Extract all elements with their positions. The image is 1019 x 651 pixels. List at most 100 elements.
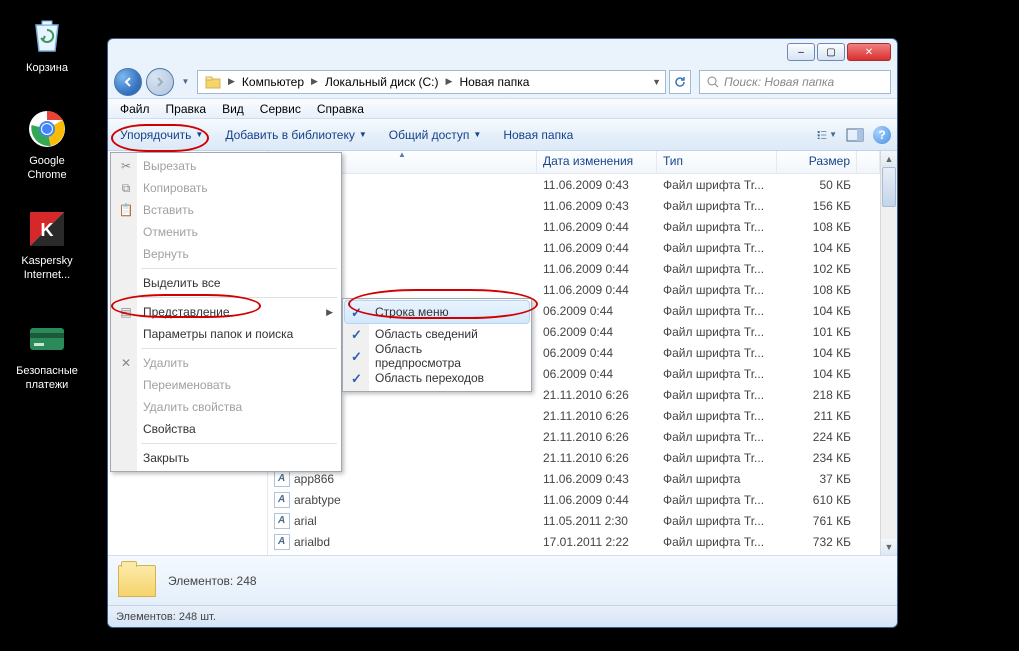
menu-item: Удалить свойства: [113, 396, 339, 418]
menu-bar: ФайлПравкаВидСервисСправка: [108, 98, 897, 119]
table-row[interactable]: 21.11.2010 6:26Файл шрифта Tr...224 КБ: [268, 426, 880, 447]
chevron-right-icon[interactable]: ▶: [226, 76, 237, 87]
scroll-up-button[interactable]: ▲: [881, 151, 897, 167]
scrollbar[interactable]: ▲ ▼: [880, 151, 897, 555]
add-to-library-button[interactable]: Добавить в библиотеку▼: [219, 124, 372, 146]
column-size[interactable]: Размер: [777, 151, 857, 173]
breadcrumb-segment[interactable]: Новая папка: [454, 71, 534, 93]
nav-history-dropdown[interactable]: ▼: [178, 71, 193, 93]
chevron-down-icon: ▼: [473, 130, 481, 139]
organize-menu: ✂Вырезать⧉Копировать📋ВставитьОтменитьВер…: [110, 152, 342, 472]
maximize-button[interactable]: ▢: [817, 43, 845, 61]
help-button[interactable]: ?: [873, 126, 891, 144]
table-row[interactable]: arialbd17.01.2011 2:22Файл шрифта Tr...7…: [268, 531, 880, 552]
desktop-icon-chrome[interactable]: Google Chrome: [10, 105, 84, 183]
submenu-item[interactable]: ✓Область переходов: [345, 367, 529, 389]
table-row[interactable]: 11.06.2009 0:44Файл шрифта Tr...108 КБ: [268, 279, 880, 300]
menu-справка[interactable]: Справка: [309, 102, 372, 116]
address-bar[interactable]: ▶ Компьютер ▶ Локальный диск (C:) ▶ Нова…: [197, 70, 666, 94]
view-options-button[interactable]: ▼: [817, 125, 837, 145]
menu-item: Отменить: [113, 221, 339, 243]
new-folder-button[interactable]: Новая папка: [497, 124, 579, 146]
desktop-icon-card[interactable]: Безопасные платежи: [10, 315, 84, 393]
menu-item[interactable]: Свойства: [113, 418, 339, 440]
status-bar: Элементов: 248 шт.: [108, 605, 897, 627]
column-headers: ▲ Дата изменения Тип Размер: [268, 151, 880, 174]
card-icon: [23, 315, 71, 363]
menu-item: Вернуть: [113, 243, 339, 265]
svg-text:K: K: [41, 220, 54, 240]
submenu-item[interactable]: ✓Область предпросмотра: [345, 345, 529, 367]
checkmark-icon: ✓: [351, 371, 365, 385]
kaspersky-icon: K: [23, 205, 71, 253]
toolbar: Упорядочить▼ Добавить в библиотеку▼ Общи…: [108, 119, 897, 151]
file-icon: [274, 513, 290, 529]
table-row[interactable]: 21.11.2010 6:26Файл шрифта Tr...211 КБ: [268, 405, 880, 426]
layout-icon: ▤: [117, 303, 135, 321]
forward-button[interactable]: [146, 68, 174, 96]
column-type[interactable]: Тип: [657, 151, 777, 173]
search-placeholder: Поиск: Новая папка: [724, 75, 834, 89]
table-row[interactable]: arabtype11.06.2009 0:44Файл шрифта Tr...…: [268, 489, 880, 510]
layout-submenu: ✓Строка меню✓Область сведений✓Область пр…: [342, 298, 532, 392]
desktop-icon-recycle[interactable]: Корзина: [10, 12, 84, 76]
menu-item: ⧉Копировать: [113, 177, 339, 199]
submenu-item[interactable]: ✓Строка меню: [345, 301, 529, 323]
menu-item[interactable]: Параметры папок и поиска: [113, 323, 339, 345]
explorer-window: – ▢ ✕ ▼ ▶ Компьютер ▶ Локальный диск (C:…: [107, 38, 898, 628]
preview-pane-button[interactable]: [845, 125, 865, 145]
search-input[interactable]: Поиск: Новая папка: [699, 70, 891, 94]
menu-item: ✂Вырезать: [113, 155, 339, 177]
menu-item: ✕Удалить: [113, 352, 339, 374]
file-icon: [274, 492, 290, 508]
breadcrumb-segment[interactable]: Компьютер: [237, 71, 309, 93]
checkmark-icon: ✓: [351, 305, 365, 319]
scrollbar-thumb[interactable]: [882, 167, 896, 207]
menu-правка[interactable]: Правка: [158, 102, 215, 116]
table-row[interactable]: 21.11.2010 6:26Файл шрифта Tr...234 КБ: [268, 447, 880, 468]
table-row[interactable]: arial11.05.2011 2:30Файл шрифта Tr...761…: [268, 510, 880, 531]
chevron-down-icon: ▼: [195, 130, 203, 139]
navigation-bar: ▼ ▶ Компьютер ▶ Локальный диск (C:) ▶ Но…: [108, 65, 897, 98]
minimize-button[interactable]: –: [787, 43, 815, 61]
close-button[interactable]: ✕: [847, 43, 891, 61]
table-row[interactable]: 11.06.2009 0:44Файл шрифта Tr...102 КБ: [268, 258, 880, 279]
details-label: Элементов:: [168, 574, 233, 588]
back-button[interactable]: [114, 68, 142, 96]
desktop-icon-kaspersky[interactable]: KKaspersky Internet...: [10, 205, 84, 283]
refresh-button[interactable]: [669, 70, 691, 94]
copy-icon: ⧉: [117, 179, 135, 197]
folder-icon: [200, 71, 226, 93]
folder-icon: [118, 565, 156, 597]
menu-item: Переименовать: [113, 374, 339, 396]
chevron-right-icon[interactable]: ▶: [309, 76, 320, 87]
table-row[interactable]: 11.06.2009 0:43Файл шрифта Tr...156 КБ: [268, 195, 880, 216]
menu-сервис[interactable]: Сервис: [252, 102, 309, 116]
table-row[interactable]: 11.06.2009 0:43Файл шрифта Tr...50 КБ: [268, 174, 880, 195]
status-text: Элементов: 248 шт.: [116, 611, 216, 623]
breadcrumb-segment[interactable]: Локальный диск (C:): [320, 71, 444, 93]
paste-icon: 📋: [117, 201, 135, 219]
chevron-down-icon: ▼: [359, 130, 367, 139]
address-dropdown[interactable]: ▼: [650, 77, 663, 87]
table-row[interactable]: 11.06.2009 0:44Файл шрифта Tr...108 КБ: [268, 216, 880, 237]
menu-item[interactable]: Выделить все: [113, 272, 339, 294]
scroll-down-button[interactable]: ▼: [881, 539, 897, 555]
titlebar: – ▢ ✕: [108, 39, 897, 65]
menu-файл[interactable]: Файл: [112, 102, 158, 116]
table-row[interactable]: 11.06.2009 0:44Файл шрифта Tr...104 КБ: [268, 237, 880, 258]
table-row[interactable]: app86611.06.2009 0:43Файл шрифта37 КБ: [268, 468, 880, 489]
details-pane: Элементов: 248: [108, 555, 897, 605]
checkmark-icon: ✓: [351, 349, 365, 363]
share-button[interactable]: Общий доступ▼: [383, 124, 488, 146]
column-date[interactable]: Дата изменения: [537, 151, 657, 173]
menu-item: 📋Вставить: [113, 199, 339, 221]
details-count: 248: [237, 574, 257, 588]
recycle-icon: [23, 12, 71, 60]
file-icon: [274, 534, 290, 550]
chevron-right-icon[interactable]: ▶: [444, 76, 455, 87]
menu-вид[interactable]: Вид: [214, 102, 252, 116]
organize-button[interactable]: Упорядочить▼: [114, 124, 209, 146]
menu-item[interactable]: Закрыть: [113, 447, 339, 469]
menu-item[interactable]: ▤Представление▶: [113, 301, 339, 323]
